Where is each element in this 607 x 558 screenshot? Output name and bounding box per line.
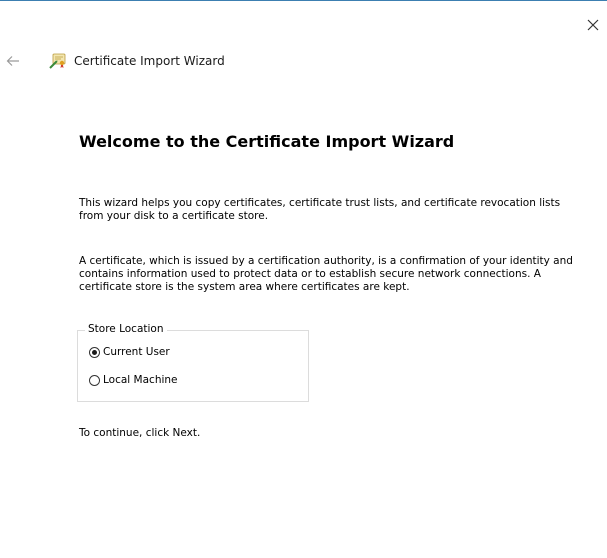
store-location-group	[77, 330, 309, 402]
intro-paragraph: This wizard helps you copy certificates,…	[79, 197, 561, 222]
close-icon	[587, 19, 599, 31]
store-location-legend: Store Location	[85, 323, 167, 335]
current-user-label[interactable]: Current User	[103, 346, 170, 358]
certificate-description-paragraph: A certificate, which is issued by a cert…	[79, 255, 573, 293]
current-user-radio[interactable]	[89, 346, 100, 358]
local-machine-label[interactable]: Local Machine	[103, 374, 178, 386]
page-heading: Welcome to the Certificate Import Wizard	[79, 132, 455, 151]
window-top-border	[0, 0, 607, 1]
close-button[interactable]	[584, 14, 602, 36]
back-button[interactable]	[2, 50, 24, 72]
certificate-wizard-icon	[49, 53, 66, 69]
window-title: Certificate Import Wizard	[74, 54, 225, 68]
back-arrow-icon	[6, 56, 19, 66]
certificate-import-wizard-dialog: Certificate Import Wizard Welcome to the…	[0, 0, 607, 558]
local-machine-radio[interactable]	[89, 374, 100, 386]
radio-selected-dot	[92, 349, 97, 355]
local-machine-radio-option[interactable]: Local Machine	[89, 374, 178, 386]
continue-instruction: To continue, click Next.	[79, 427, 201, 439]
current-user-radio-option[interactable]: Current User	[89, 346, 170, 358]
